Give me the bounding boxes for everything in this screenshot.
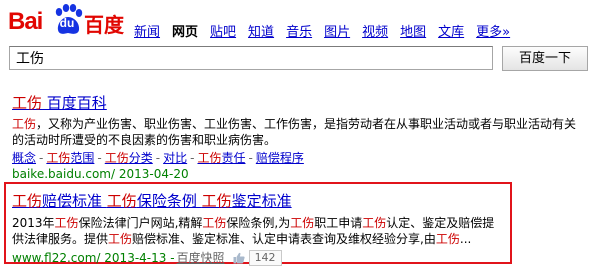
keyword-highlight: 工伤 <box>54 216 79 230</box>
title-text: 鉴定标准 <box>231 192 292 210</box>
title-text: 百度百科 <box>42 94 107 112</box>
nav-item[interactable]: 新闻 <box>134 21 160 40</box>
like-count: 142 <box>248 249 282 266</box>
abstract-text: 保险法律门户网站,精解 <box>78 216 203 230</box>
thumbs-up-icon <box>233 252 245 263</box>
title-highlight: 工伤 <box>12 192 43 210</box>
logo-text-cn: 百度 <box>84 13 124 37</box>
link-separator: - <box>39 151 44 165</box>
sublink-text: 赔偿程序 <box>255 151 304 165</box>
link-separator: - <box>155 151 161 165</box>
sublink[interactable]: 工伤分类 <box>105 151 153 165</box>
result-abstract: 2013年工伤保险法律门户网站,精解工伤保险条例,为工伤职工申请工伤认定、鉴定及… <box>12 215 504 247</box>
sublink[interactable]: 工伤责任 <box>197 151 245 165</box>
keyword-highlight: 工伤 <box>202 216 227 230</box>
search-button[interactable]: 百度一下 <box>502 46 588 71</box>
nav-item[interactable]: 更多» <box>476 21 510 40</box>
search-result: 工伤 百度百科 工伤，又称为产业伤害、职业伤害、工业伤害、工作伤害，是指劳动者在… <box>12 92 588 181</box>
sublink[interactable]: 工伤范围 <box>46 151 94 165</box>
result-sublinks: 概念 - 工伤范围 - 工伤分类 - 对比 - 工伤责任 - 赔偿程序 <box>12 149 588 166</box>
title-text: 保险条例 <box>136 192 202 210</box>
abstract-text: 2013年 <box>12 216 55 230</box>
abstract-text: ... <box>459 232 472 246</box>
logo-text-bai: Bai <box>8 8 43 35</box>
result-title-link[interactable]: 工伤 百度百科 <box>12 92 588 113</box>
nav-item[interactable]: 知道 <box>248 21 274 40</box>
title-highlight: 工伤 <box>201 192 232 210</box>
sublink[interactable]: 对比 <box>163 151 187 165</box>
nav-item[interactable]: 视频 <box>362 21 388 40</box>
result-url: www.fl22.com/ 2013-4-13 - <box>12 250 175 265</box>
logo-text-du: du <box>59 16 75 30</box>
link-separator: - <box>190 151 195 165</box>
keyword-highlight: 工伤 <box>108 232 133 246</box>
nav-item[interactable]: 文库 <box>438 21 464 40</box>
link-separator: - <box>248 151 253 165</box>
sublink[interactable]: 概念 <box>12 151 36 165</box>
sublink-text: 概念 <box>12 151 37 165</box>
result-title-link[interactable]: 工伤赔偿标准 工伤保险条例 工伤鉴定标准 <box>12 190 504 211</box>
keyword-highlight: 工伤 <box>104 151 129 165</box>
nav-item[interactable]: 图片 <box>324 21 350 40</box>
sublink-text: 分类 <box>128 151 153 165</box>
search-result: 工伤赔偿标准 工伤保险条例 工伤鉴定标准 2013年工伤保险法律门户网站,精解工… <box>12 190 504 266</box>
nav-item[interactable]: 音乐 <box>286 21 312 40</box>
keyword-highlight: 工伤 <box>290 216 315 230</box>
top-nav: 新闻 网页 贴吧 知道 音乐 图片 视频 地图 文库 更多» <box>134 21 522 40</box>
sublink[interactable]: 赔偿程序 <box>256 151 304 165</box>
cache-link[interactable]: 百度快照 <box>177 249 225 266</box>
sublink-text: 对比 <box>163 151 188 165</box>
result-abstract: 工伤，又称为产业伤害、职业伤害、工业伤害、工作伤害，是指劳动者在从事职业活动或者… <box>12 116 588 148</box>
nav-item[interactable]: 地图 <box>400 21 426 40</box>
keyword-highlight: 工伤 <box>362 216 387 230</box>
sublink-text: 责任 <box>221 151 246 165</box>
search-input[interactable] <box>9 46 493 70</box>
link-separator: - <box>97 151 102 165</box>
result-url-row: www.fl22.com/ 2013-4-13 - 百度快照 142 <box>12 249 504 266</box>
abstract-text: 赔偿标准、鉴定标准、认定申请表查询及维权经验分享,由 <box>132 232 436 246</box>
keyword-highlight: 工伤 <box>435 232 460 246</box>
keyword-highlight: 工伤 <box>12 117 37 131</box>
result-url: baike.baidu.com/ 2013-04-20 <box>12 167 189 181</box>
baidu-logo[interactable]: Bai du 百度 <box>8 4 124 40</box>
title-highlight: 工伤 <box>12 94 43 112</box>
title-highlight: 工伤 <box>106 192 137 210</box>
abstract-text: 保险条例,为 <box>226 216 291 230</box>
like-button[interactable]: 142 <box>233 249 282 266</box>
abstract-text: ，又称为产业伤害、职业伤害、工业伤害、工作伤害，是指劳动者在从事职业活动或者与职… <box>12 117 577 147</box>
sublink-text: 范围 <box>70 151 95 165</box>
nav-item[interactable]: 网页 <box>172 21 198 40</box>
keyword-highlight: 工伤 <box>197 151 222 165</box>
abstract-text: 职工申请 <box>314 216 363 230</box>
title-text: 赔偿标准 <box>42 192 107 210</box>
keyword-highlight: 工伤 <box>46 151 71 165</box>
nav-item[interactable]: 贴吧 <box>210 21 236 40</box>
